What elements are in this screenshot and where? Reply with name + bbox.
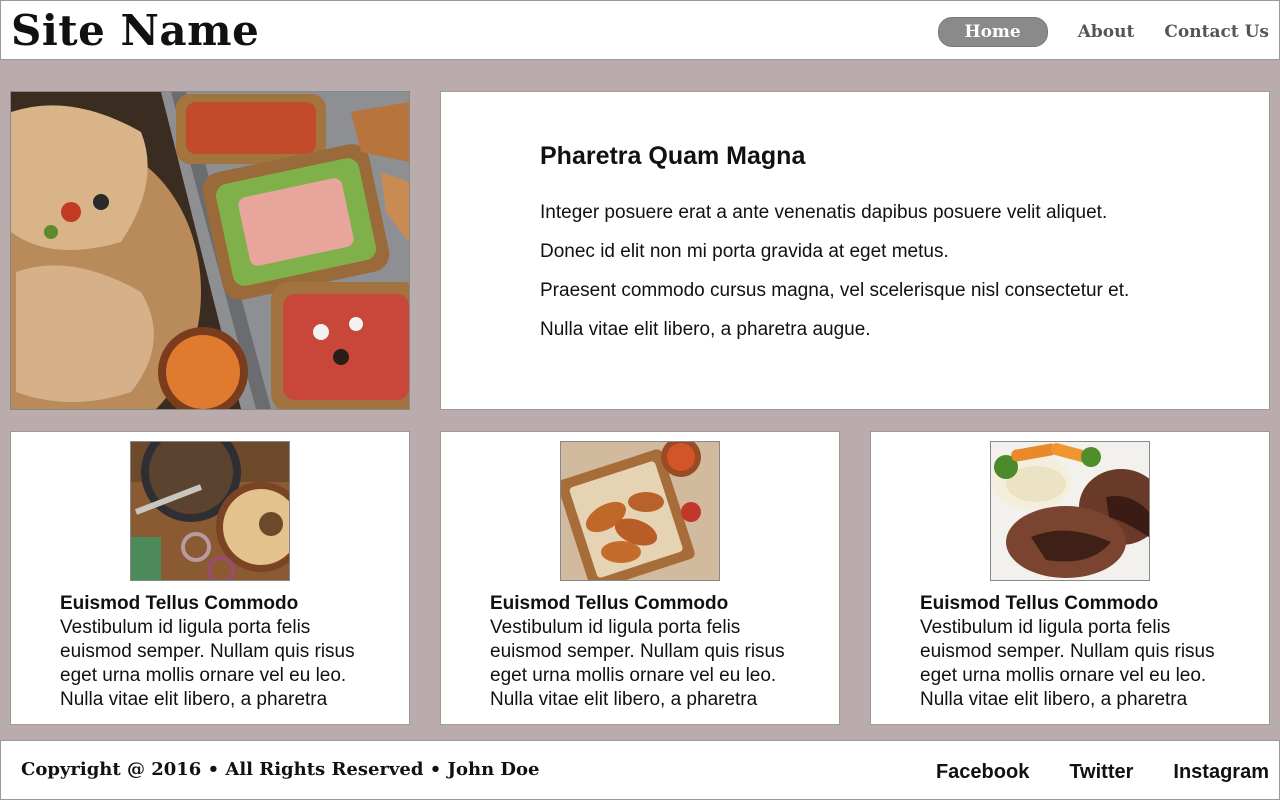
hero-line: Nulla vitae elit libero, a pharetra augu…: [540, 319, 871, 340]
card-line: Nulla vitae elit libero, a pharetra: [920, 689, 1188, 710]
hero-panel: Pharetra Quam Magna Integer posuere erat…: [440, 91, 1270, 410]
main-nav: Home About Contact Us: [937, 17, 1269, 47]
nav-home[interactable]: Home: [937, 17, 1048, 47]
card-line: euismod semper. Nullam quis risus: [920, 641, 1215, 662]
hero-line: Donec id elit non mi porta gravida at eg…: [540, 241, 949, 262]
card-title[interactable]: Euismod Tellus Commodo: [490, 592, 820, 616]
feature-card: Euismod Tellus Commodo Vestibulum id lig…: [440, 431, 840, 725]
nav-contact-us[interactable]: Contact Us: [1164, 18, 1269, 46]
card-line: Vestibulum id ligula porta felis: [60, 617, 311, 638]
chicken-wings-image: [560, 441, 720, 581]
feature-card: Euismod Tellus Commodo Vestibulum id lig…: [10, 431, 410, 725]
card-line: eget urna mollis ornare vel eu leo.: [60, 665, 347, 686]
site-header: Site Name Home About Contact Us: [0, 0, 1280, 60]
card-line: eget urna mollis ornare vel eu leo.: [490, 665, 777, 686]
instagram-link[interactable]: Instagram: [1173, 761, 1269, 784]
card-line: euismod semper. Nullam quis risus: [490, 641, 785, 662]
feature-card: Euismod Tellus Commodo Vestibulum id lig…: [870, 431, 1270, 725]
hummus-bowl-image: [130, 441, 290, 581]
twitter-link[interactable]: Twitter: [1069, 761, 1133, 784]
copyright-text: Copyright @ 2016 • All Rights Reserved •…: [21, 759, 540, 780]
card-line: Nulla vitae elit libero, a pharetra: [490, 689, 758, 710]
card-text: Euismod Tellus Commodo Vestibulum id lig…: [920, 592, 1250, 712]
card-text: Euismod Tellus Commodo Vestibulum id lig…: [490, 592, 820, 712]
steak-plate-image: [990, 441, 1150, 581]
card-text: Euismod Tellus Commodo Vestibulum id lig…: [60, 592, 390, 712]
card-line: euismod semper. Nullam quis risus: [60, 641, 355, 662]
hero-line: Praesent commodo cursus magna, vel scele…: [540, 280, 1130, 301]
nav-about[interactable]: About: [1078, 18, 1135, 46]
card-line: eget urna mollis ornare vel eu leo.: [920, 665, 1207, 686]
site-footer: Copyright @ 2016 • All Rights Reserved •…: [0, 740, 1280, 800]
card-line: Vestibulum id ligula porta felis: [490, 617, 741, 638]
facebook-link[interactable]: Facebook: [936, 761, 1029, 784]
food-platter-image: [10, 91, 410, 410]
card-line: Nulla vitae elit libero, a pharetra: [60, 689, 328, 710]
card-line: Vestibulum id ligula porta felis: [920, 617, 1171, 638]
hero-text: Integer posuere erat a ante venenatis da…: [540, 202, 1129, 358]
card-title[interactable]: Euismod Tellus Commodo: [920, 592, 1250, 616]
site-name[interactable]: Site Name: [11, 5, 259, 57]
card-title[interactable]: Euismod Tellus Commodo: [60, 592, 390, 616]
social-links: Facebook Twitter Instagram: [896, 761, 1269, 784]
hero-line: Integer posuere erat a ante venenatis da…: [540, 202, 1108, 223]
hero-title: Pharetra Quam Magna: [540, 142, 806, 170]
